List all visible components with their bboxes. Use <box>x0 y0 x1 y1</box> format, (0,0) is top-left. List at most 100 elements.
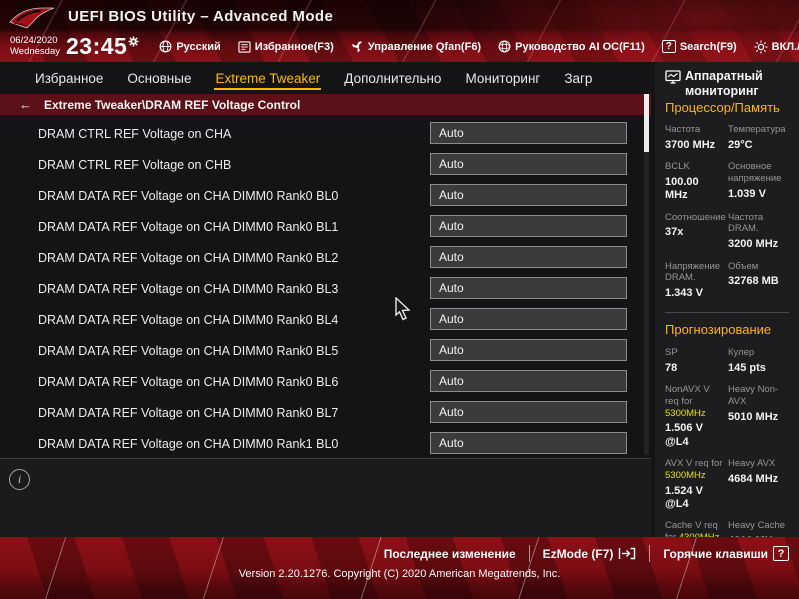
setting-value-dropdown[interactable]: Auto <box>430 370 627 392</box>
tab-item[interactable]: Extreme Tweaker <box>214 66 321 90</box>
stat-value: 32768 MB <box>728 275 787 288</box>
clock-value: 23:45 <box>66 35 127 58</box>
tab-label: Дополнительно <box>344 71 441 86</box>
tab-label: Extreme Tweaker <box>215 71 320 86</box>
stat-label: Напряжение DRAM. <box>665 261 720 284</box>
stat-value: 3200 MHz <box>728 238 787 251</box>
tab-item[interactable]: Дополнительно <box>343 66 442 90</box>
favorites-label: Избранное(F3) <box>255 41 334 53</box>
title-row: UEFI BIOS Utility – Advanced Mode <box>0 0 333 32</box>
stat-label: Heavy AVX <box>728 458 787 470</box>
setting-label: DRAM DATA REF Voltage on CHA DIMM0 Rank1… <box>38 437 338 451</box>
last-modified-button[interactable]: Последнее изменение <box>384 547 516 561</box>
table-row[interactable]: DRAM DATA REF Voltage on CHA DIMM0 Rank0… <box>0 397 651 428</box>
qfan-label: Управление Qfan(F6) <box>368 41 481 53</box>
search-button[interactable]: ? Search(F9) <box>662 40 737 53</box>
table-row[interactable]: DRAM DATA REF Voltage on CHA DIMM0 Rank0… <box>0 366 651 397</box>
setting-label: DRAM DATA REF Voltage on CHA DIMM0 Rank0… <box>38 282 338 296</box>
stat-label: BCLK <box>665 161 690 172</box>
stat-value: 100.00 MHz <box>665 176 724 202</box>
setting-label: DRAM CTRL REF Voltage on CHB <box>38 158 231 172</box>
date-text: 06/24/2020 Wednesday <box>10 36 60 58</box>
stat-value: 5010 MHz <box>728 411 787 424</box>
ai-oc-button[interactable]: Руководство AI OC(F11) <box>498 40 645 53</box>
table-row[interactable]: DRAM DATA REF Voltage on CHA DIMM0 Rank0… <box>0 242 651 273</box>
stat-label-highlight: 5300MHz <box>665 408 706 419</box>
setting-label: DRAM DATA REF Voltage on CHA DIMM0 Rank0… <box>38 251 338 265</box>
setting-value-dropdown[interactable]: Auto <box>430 339 627 361</box>
bottom-menu: Последнее изменение EzMode (F7) Горячие … <box>0 537 799 562</box>
tab-label: Загр <box>564 71 592 86</box>
setting-value-dropdown[interactable]: Auto <box>430 401 627 423</box>
stat-label: SP <box>665 347 678 358</box>
table-row[interactable]: DRAM DATA REF Voltage on CHA DIMM0 Rank1… <box>0 428 651 457</box>
monitor-row: BCLK 100.00 MHz Основное напряжение 1.03… <box>665 161 791 202</box>
qfan-button[interactable]: Управление Qfan(F6) <box>351 40 481 53</box>
prediction-section-title: Прогнозирование <box>665 323 791 337</box>
stat-value: 1.039 V <box>728 188 787 201</box>
stat-value: 37x <box>665 226 724 239</box>
question-box-icon: ? <box>773 546 789 561</box>
stat-label: Heavy Cache <box>728 520 787 532</box>
monitor-cell: Частота DRAM. 3200 MHz <box>728 212 791 252</box>
tab-item[interactable]: Загр <box>563 66 593 90</box>
ai-oc-label: Руководство AI OC(F11) <box>515 41 645 53</box>
monitor-header: Аппаратный мониторинг <box>665 69 791 99</box>
ezmode-exit-icon <box>618 547 636 560</box>
favorites-icon <box>238 41 251 53</box>
stat-label: AVX V req for <box>665 458 722 469</box>
setting-value-dropdown[interactable]: Auto <box>430 153 627 175</box>
language-button[interactable]: Русский <box>159 40 220 53</box>
language-label: Русский <box>176 41 220 53</box>
scrollbar-track[interactable] <box>644 94 649 455</box>
tab-item[interactable]: Основные <box>126 66 192 90</box>
breadcrumb: Extreme Tweaker\DRAM REF Voltage Control <box>44 98 300 112</box>
stat-value: 145 pts <box>728 362 787 375</box>
ezmode-button[interactable]: EzMode (F7) <box>543 547 637 561</box>
table-row[interactable]: DRAM DATA REF Voltage on CHA DIMM0 Rank0… <box>0 180 651 211</box>
setting-value-dropdown[interactable]: Auto <box>430 122 627 144</box>
monitor-cell: Температура 29°C <box>728 124 791 152</box>
setting-value-dropdown[interactable]: Auto <box>430 215 627 237</box>
favorites-button[interactable]: Избранное(F3) <box>238 41 334 53</box>
scrollbar-thumb[interactable] <box>644 94 649 152</box>
table-row[interactable]: DRAM CTRL REF Voltage on CHB Auto <box>0 149 651 180</box>
monitor-cell: AVX V req for 5300MHz 1.524 V @L4 <box>665 458 728 511</box>
version-text: Version 2.20.1276. Copyright (C) 2020 Am… <box>0 568 799 580</box>
table-row[interactable]: DRAM DATA REF Voltage on CHA DIMM0 Rank0… <box>0 211 651 242</box>
table-row[interactable]: DRAM DATA REF Voltage on CHA DIMM0 Rank0… <box>0 304 651 335</box>
stat-label: Кулер <box>728 347 787 359</box>
setting-value-dropdown[interactable]: Auto <box>430 246 627 268</box>
setting-label: DRAM DATA REF Voltage on CHA DIMM0 Rank0… <box>38 344 338 358</box>
datetime[interactable]: 06/24/2020 Wednesday 23:45 <box>10 35 139 58</box>
stat-label: Соотношение <box>665 212 726 223</box>
question-box-icon: ? <box>662 40 676 53</box>
back-arrow-icon[interactable]: ← <box>19 97 32 112</box>
stat-label: Температура <box>728 124 787 136</box>
stat-label: NonAVX V req for <box>665 384 710 407</box>
monitor-row: Соотношение 37x Частота DRAM. 3200 MHz <box>665 212 791 252</box>
monitor-row: NonAVX V req for 5300MHz 1.506 V @L4 Hea… <box>665 384 791 449</box>
setting-value-dropdown[interactable]: Auto <box>430 184 627 206</box>
monitor-cell: Частота 3700 MHz <box>665 124 728 152</box>
stat-label: Частота <box>665 124 700 135</box>
stat-value: 1.343 V <box>665 287 724 300</box>
stat-value: 29°C <box>728 139 787 152</box>
hotkeys-button[interactable]: Горячие клавиши ? <box>663 546 789 561</box>
gear-icon[interactable] <box>128 36 139 47</box>
monitor-cell: BCLK 100.00 MHz <box>665 161 728 202</box>
ai-oc-icon <box>498 40 511 53</box>
monitor-row: AVX V req for 5300MHz 1.524 V @L4 Heavy … <box>665 458 791 511</box>
monitor-icon <box>665 70 681 84</box>
stat-label-highlight: 5300MHz <box>665 470 706 481</box>
setting-value-dropdown[interactable]: Auto <box>430 308 627 330</box>
table-row[interactable]: DRAM DATA REF Voltage on CHA DIMM0 Rank0… <box>0 335 651 366</box>
setting-value-dropdown[interactable]: Auto <box>430 277 627 299</box>
table-row[interactable]: DRAM CTRL REF Voltage on CHA Auto <box>0 118 651 149</box>
aura-button[interactable]: ВКЛ./ОТКЛ. AURA( <box>754 40 799 54</box>
table-row[interactable]: DRAM DATA REF Voltage on CHA DIMM0 Rank0… <box>0 273 651 304</box>
tab-item[interactable]: Мониторинг <box>464 66 541 90</box>
breadcrumb-bar: ← Extreme Tweaker\DRAM REF Voltage Contr… <box>0 94 651 115</box>
setting-value-dropdown[interactable]: Auto <box>430 432 627 454</box>
tab-item[interactable]: Избранное <box>34 66 104 90</box>
